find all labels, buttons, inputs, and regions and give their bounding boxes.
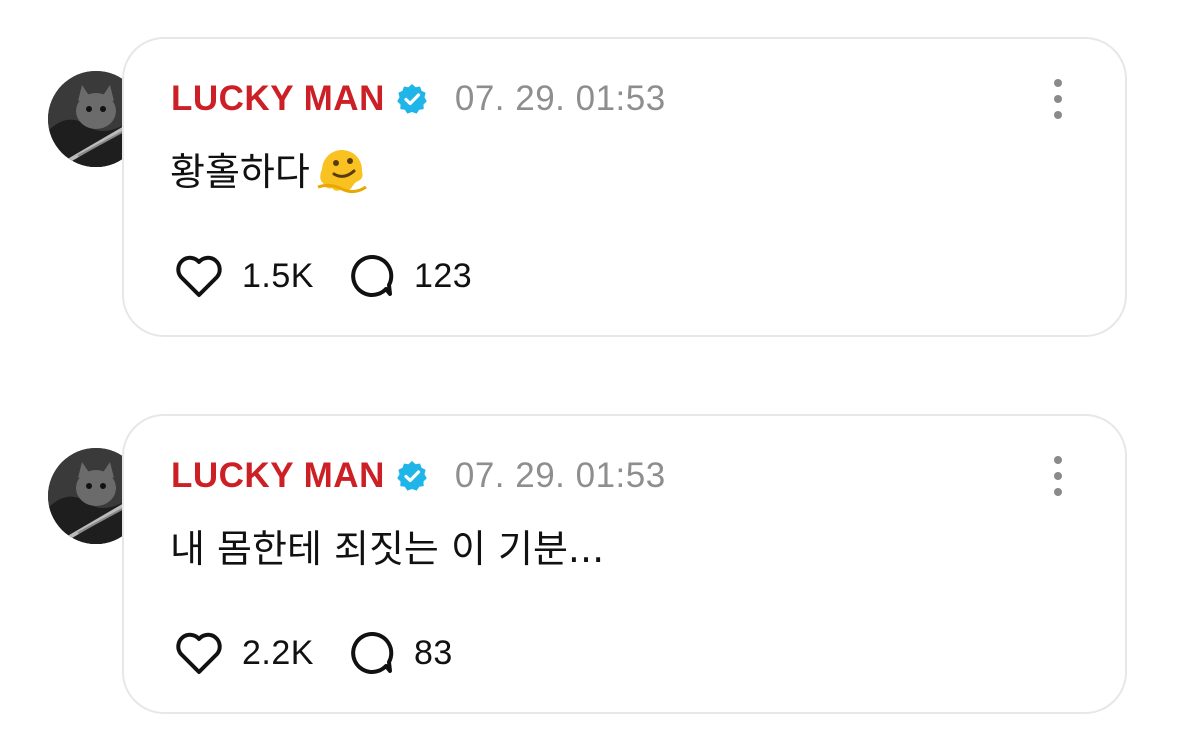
post-actions: 1.5K 123: [174, 251, 472, 301]
like-count: 2.2K: [242, 633, 314, 672]
comment-count: 83: [413, 633, 453, 672]
more-options-icon[interactable]: [1051, 79, 1065, 119]
post-header: LUCKY MAN 07. 29. 01:53: [171, 454, 666, 498]
comment-count: 123: [413, 256, 473, 295]
post-card[interactable]: LUCKY MAN 07. 29. 01:53 황홀하다 1.5K 123: [122, 37, 1127, 337]
post-text-container: 황홀하다: [170, 141, 370, 196]
comment-bubble-icon: [351, 631, 394, 674]
melting-face-emoji-icon: [314, 143, 370, 195]
post-actions: 2.2K 83: [174, 628, 453, 678]
comment-button[interactable]: 123: [348, 253, 472, 299]
verified-badge-icon: [395, 82, 429, 116]
post-timestamp: 07. 29. 01:53: [454, 456, 666, 495]
verified-badge-icon: [395, 459, 429, 493]
like-button[interactable]: 1.5K: [174, 253, 314, 299]
post-timestamp: 07. 29. 01:53: [454, 79, 666, 118]
post-card[interactable]: LUCKY MAN 07. 29. 01:53 내 몸한테 죄짓는 이 기분..…: [122, 414, 1127, 714]
post-text: 황홀하다: [170, 150, 310, 194]
like-button[interactable]: 2.2K: [174, 630, 314, 676]
more-options-icon[interactable]: [1051, 456, 1065, 496]
post-text: 내 몸한테 죄짓는 이 기분...: [170, 527, 605, 571]
like-count: 1.5K: [242, 256, 314, 295]
heart-icon: [176, 632, 222, 674]
comment-button[interactable]: 83: [348, 630, 453, 676]
author-name[interactable]: LUCKY MAN: [171, 456, 385, 496]
author-name[interactable]: LUCKY MAN: [171, 79, 385, 119]
heart-icon: [176, 255, 222, 297]
post-header: LUCKY MAN 07. 29. 01:53: [171, 77, 666, 121]
comment-bubble-icon: [351, 254, 394, 297]
post-text-container: 내 몸한테 죄짓는 이 기분...: [170, 518, 604, 573]
